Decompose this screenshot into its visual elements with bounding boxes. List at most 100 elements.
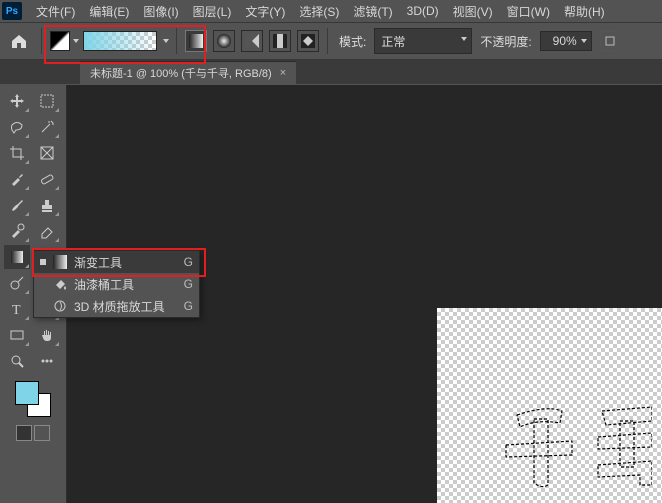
frame-icon [39, 145, 55, 161]
home-button[interactable] [4, 27, 34, 55]
eraser-icon [39, 223, 55, 239]
diamond-gradient-icon [301, 34, 315, 48]
menu-select[interactable]: 选择(S) [293, 1, 345, 22]
flyout-gradient-tool[interactable]: 渐变工具 G [34, 251, 199, 273]
document-tab[interactable]: 未标题-1 @ 100% (千与千寻, RGB/8) × [80, 61, 296, 84]
gradient-swatch-icon [50, 31, 70, 51]
menu-type[interactable]: 文字(Y) [239, 1, 291, 22]
opacity-label: 不透明度: [480, 33, 531, 50]
tool-quick-select[interactable] [34, 115, 60, 139]
wand-icon [39, 119, 55, 135]
gradient-type-diamond[interactable] [297, 30, 319, 52]
screenmode-button[interactable] [34, 425, 50, 441]
gradient-tool-icon [52, 254, 68, 270]
flyout-shortcut: G [184, 299, 193, 313]
chevron-down-icon [73, 39, 79, 43]
document-tabstrip: 未标题-1 @ 100% (千与千寻, RGB/8) × [0, 60, 662, 84]
tool-frame[interactable] [34, 141, 60, 165]
gradient-type-reflected[interactable] [269, 30, 291, 52]
document-canvas[interactable] [437, 308, 662, 503]
tool-stamp[interactable] [34, 193, 60, 217]
flyout-3d-material-drop-tool[interactable]: 3D 材质拖放工具 G [34, 295, 199, 317]
stamp-icon [39, 197, 55, 213]
menu-view[interactable]: 视图(V) [447, 1, 499, 22]
gradient-type-linear[interactable] [185, 30, 207, 52]
menu-help[interactable]: 帮助(H) [558, 1, 611, 22]
dodge-icon [9, 275, 25, 291]
flyout-label: 3D 材质拖放工具 [74, 298, 165, 315]
hand-icon [39, 327, 55, 343]
options-bar: 模式: 正常 不透明度: 90% [0, 22, 662, 60]
tool-zoom[interactable] [4, 349, 30, 373]
dots-icon [39, 353, 55, 369]
tool-hand[interactable] [34, 323, 60, 347]
gradient-editor-swatch[interactable] [49, 30, 79, 52]
selected-indicator [40, 259, 46, 265]
crop-icon [9, 145, 25, 161]
color-swatches[interactable] [13, 379, 53, 419]
menu-3d[interactable]: 3D(D) [401, 2, 445, 20]
material-drop-icon [52, 298, 68, 314]
menu-bar: Ps 文件(F) 编辑(E) 图像(I) 图层(L) 文字(Y) 选择(S) 滤… [0, 0, 662, 22]
type-icon: T [9, 301, 25, 317]
menu-window[interactable]: 窗口(W) [501, 1, 556, 22]
mode-label: 模式: [339, 33, 366, 50]
menu-layer[interactable]: 图层(L) [187, 1, 238, 22]
close-icon[interactable]: × [280, 67, 286, 79]
gradient-type-radial[interactable] [213, 30, 235, 52]
flyout-shortcut: G [184, 255, 193, 269]
tool-eyedropper[interactable] [4, 167, 30, 191]
tool-extra[interactable] [34, 349, 60, 373]
quickmask-button[interactable] [16, 425, 32, 441]
home-icon [10, 33, 28, 49]
tool-shape[interactable] [4, 323, 30, 347]
svg-text:T: T [12, 303, 21, 317]
menu-edit[interactable]: 编辑(E) [83, 1, 135, 22]
tool-move[interactable] [4, 89, 30, 113]
chevron-down-icon [581, 39, 587, 43]
menu-image[interactable]: 图像(I) [137, 1, 184, 22]
flyout-label: 油漆桶工具 [74, 276, 134, 293]
tool-heal[interactable] [34, 167, 60, 191]
app-logo: Ps [2, 2, 22, 20]
tool-gradient[interactable] [4, 245, 30, 269]
angle-gradient-icon [245, 34, 259, 48]
reflected-gradient-icon [273, 34, 287, 48]
eyedropper-icon [9, 171, 25, 187]
tool-history-brush[interactable] [4, 219, 30, 243]
chevron-down-icon[interactable] [163, 39, 169, 43]
tool-crop[interactable] [4, 141, 30, 165]
brush-icon [9, 197, 25, 213]
move-icon [9, 93, 25, 109]
tool-flyout: 渐变工具 G 油漆桶工具 G 3D 材质拖放工具 G [33, 250, 200, 318]
gradient-tool-icon [9, 249, 25, 265]
gradient-overlay [84, 32, 156, 50]
mode-select[interactable]: 正常 [374, 28, 472, 54]
divider [41, 28, 42, 54]
tool-type[interactable]: T [4, 297, 30, 321]
rectangle-icon [9, 327, 25, 343]
menu-file[interactable]: 文件(F) [30, 1, 81, 22]
flyout-paint-bucket-tool[interactable]: 油漆桶工具 G [34, 273, 199, 295]
mode-value: 正常 [381, 33, 405, 50]
document-tab-title: 未标题-1 @ 100% (千与千寻, RGB/8) [90, 65, 272, 81]
tool-marquee[interactable] [34, 89, 60, 113]
bucket-icon [52, 276, 68, 292]
gradient-type-angle[interactable] [241, 30, 263, 52]
menu-filter[interactable]: 滤镜(T) [347, 1, 398, 22]
flyout-label: 渐变工具 [74, 254, 122, 271]
tool-eraser[interactable] [34, 219, 60, 243]
opacity-value: 90% [553, 34, 577, 48]
text-selection-marquee [502, 397, 652, 489]
opacity-extra-button[interactable] [600, 31, 620, 51]
marquee-icon [39, 93, 55, 109]
history-brush-icon [9, 223, 25, 239]
opacity-input[interactable]: 90% [540, 31, 592, 51]
square-icon [605, 36, 615, 46]
foreground-swatch[interactable] [15, 381, 39, 405]
divider [176, 28, 177, 54]
gradient-preview[interactable] [83, 31, 157, 51]
tool-dodge[interactable] [4, 271, 30, 295]
tool-brush[interactable] [4, 193, 30, 217]
tool-lasso[interactable] [4, 115, 30, 139]
